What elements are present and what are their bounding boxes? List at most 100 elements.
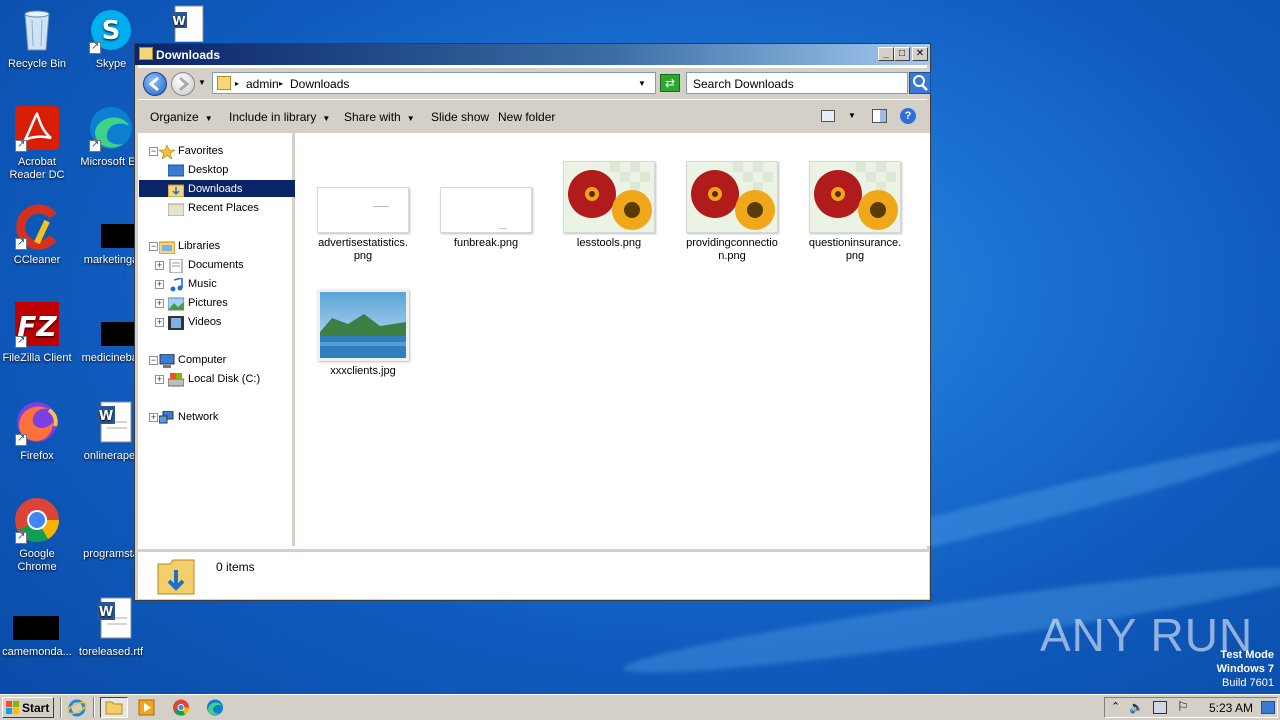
- minimize-button[interactable]: _: [878, 47, 894, 61]
- word-document-icon: W: [87, 594, 135, 642]
- address-dropdown-icon[interactable]: ▼: [638, 79, 646, 88]
- tree-music[interactable]: + Music: [155, 276, 217, 292]
- folder-icon: [139, 47, 153, 60]
- refresh-button[interactable]: ⇄: [660, 74, 680, 92]
- tree-local-disk[interactable]: + Local Disk (C:): [155, 373, 260, 387]
- tree-label: Pictures: [188, 297, 228, 309]
- clock[interactable]: 5:23 AM: [1209, 701, 1253, 715]
- close-button[interactable]: ✕: [912, 47, 928, 61]
- expand-icon[interactable]: +: [155, 375, 164, 384]
- breadcrumb-chevron-icon[interactable]: ▸: [279, 79, 283, 88]
- file-item[interactable]: questioninsurance. png: [805, 161, 905, 263]
- new-folder-button[interactable]: New folder: [498, 110, 555, 124]
- tree-recent-places[interactable]: Recent Places: [167, 202, 259, 217]
- share-with-button[interactable]: Share with ▼: [344, 110, 415, 124]
- back-button[interactable]: [143, 72, 167, 96]
- desktop-icon-filezilla[interactable]: FZ FileZilla Client: [0, 300, 74, 365]
- search-input[interactable]: Search Downloads: [686, 72, 908, 94]
- include-label: Include in library: [229, 110, 317, 124]
- taskbar-internet-explorer[interactable]: [66, 697, 88, 718]
- file-name: providingconnectio: [686, 237, 778, 249]
- maximize-button[interactable]: □: [894, 47, 910, 61]
- tree-label: Music: [188, 278, 217, 290]
- breadcrumb-downloads[interactable]: Downloads: [290, 77, 349, 91]
- tree-network[interactable]: + Network: [149, 410, 218, 424]
- view-icon[interactable]: [821, 110, 835, 122]
- media-player-icon: [138, 699, 155, 716]
- tree-videos[interactable]: + Videos: [155, 316, 221, 330]
- help-icon[interactable]: ?: [900, 108, 916, 124]
- show-hidden-icons[interactable]: ⌃: [1111, 700, 1120, 713]
- volume-icon[interactable]: 🔈: [1129, 700, 1144, 714]
- skype-icon: S: [87, 6, 135, 54]
- acrobat-icon: [13, 104, 61, 152]
- windows-logo-icon: [6, 701, 19, 714]
- desktop-icon-word-top[interactable]: W: [148, 4, 222, 46]
- tree-pictures[interactable]: + Pictures: [155, 297, 228, 311]
- svg-text:W: W: [172, 14, 185, 28]
- expand-icon[interactable]: +: [155, 318, 164, 327]
- expand-icon[interactable]: +: [155, 280, 164, 289]
- title-bar[interactable]: Downloads _ □ ✕: [135, 44, 930, 65]
- edge-icon: [207, 699, 223, 716]
- tree-favorites[interactable]: − Favorites: [149, 144, 223, 160]
- shortcut-arrow-icon: [15, 236, 27, 250]
- preview-pane-icon[interactable]: [872, 109, 887, 123]
- action-center-flag-icon[interactable]: ⚐: [1177, 699, 1189, 715]
- file-item[interactable]: funbreak.png: [436, 187, 536, 250]
- collapse-icon[interactable]: −: [149, 356, 158, 365]
- collapse-icon[interactable]: −: [149, 147, 158, 156]
- start-button[interactable]: Start: [2, 697, 54, 718]
- tree-label: Documents: [188, 259, 244, 271]
- address-bar[interactable]: ▸ admin ▸ Downloads ▼: [212, 72, 656, 94]
- desktop-icon-firefox[interactable]: Firefox: [0, 398, 74, 463]
- word-document-icon: W: [87, 398, 135, 446]
- folder-icon: [217, 76, 231, 90]
- tree-downloads[interactable]: Downloads: [167, 183, 242, 198]
- videos-icon: [168, 316, 184, 330]
- desktop-folder-icon: [167, 164, 185, 178]
- tree-desktop[interactable]: Desktop: [167, 164, 228, 177]
- search-button[interactable]: [909, 72, 931, 94]
- collapse-icon[interactable]: −: [149, 242, 158, 251]
- shortcut-arrow-icon: [15, 432, 27, 446]
- taskbar-edge[interactable]: [204, 697, 226, 718]
- computer-icon: [159, 353, 175, 368]
- tree-computer[interactable]: − Computer: [149, 353, 226, 368]
- organize-button[interactable]: Organize ▼: [150, 110, 213, 124]
- recent-pages-dropdown[interactable]: ▼: [198, 78, 206, 87]
- breadcrumb-admin[interactable]: admin: [246, 77, 279, 91]
- view-dropdown-icon[interactable]: ▼: [848, 111, 856, 120]
- desktop-icon-acrobat[interactable]: Acrobat Reader DC: [0, 104, 74, 182]
- tree-libraries[interactable]: − Libraries: [149, 240, 220, 255]
- tree-documents[interactable]: + Documents: [155, 258, 244, 274]
- share-label: Share with: [344, 110, 401, 124]
- network-status-icon[interactable]: [1153, 701, 1167, 714]
- desktop-icon-camemonda[interactable]: camemonda...: [0, 594, 74, 659]
- desktop-icon-toreleased[interactable]: W toreleased.rtf: [74, 594, 148, 659]
- breadcrumb-chevron-icon[interactable]: ▸: [235, 79, 239, 88]
- shortcut-arrow-icon: [15, 334, 27, 348]
- taskbar-divider: [93, 697, 95, 718]
- expand-icon[interactable]: +: [155, 261, 164, 270]
- taskbar-chrome[interactable]: [170, 697, 192, 718]
- desktop-icon-ccleaner[interactable]: CCleaner: [0, 202, 74, 267]
- desktop-icon-recycle-bin[interactable]: Recycle Bin: [0, 6, 74, 71]
- desktop-icon-label: Acrobat Reader DC: [9, 156, 65, 181]
- taskbar-explorer-active[interactable]: [100, 697, 128, 718]
- show-desktop-button[interactable]: [1261, 701, 1275, 714]
- slide-show-button[interactable]: Slide show: [431, 110, 489, 124]
- taskbar-media-player[interactable]: [136, 697, 158, 718]
- include-in-library-button[interactable]: Include in library ▼: [229, 110, 330, 124]
- expand-icon[interactable]: +: [149, 413, 158, 422]
- item-count: 0 items: [216, 560, 255, 574]
- desktop-icon-chrome[interactable]: Google Chrome: [0, 496, 74, 574]
- file-item[interactable]: lesstools.png: [559, 161, 659, 250]
- file-item[interactable]: providingconnectio n.png: [682, 161, 782, 263]
- forward-button[interactable]: [171, 72, 195, 96]
- file-item[interactable]: advertisestatistics. png: [313, 187, 413, 263]
- file-name: lesstools.png: [576, 237, 642, 249]
- file-item[interactable]: xxxclients.jpg: [313, 289, 413, 378]
- expand-icon[interactable]: +: [155, 299, 164, 308]
- navigation-bar: ▼ ▸ admin ▸ Downloads ▼ ⇄ Search Downloa…: [138, 68, 931, 99]
